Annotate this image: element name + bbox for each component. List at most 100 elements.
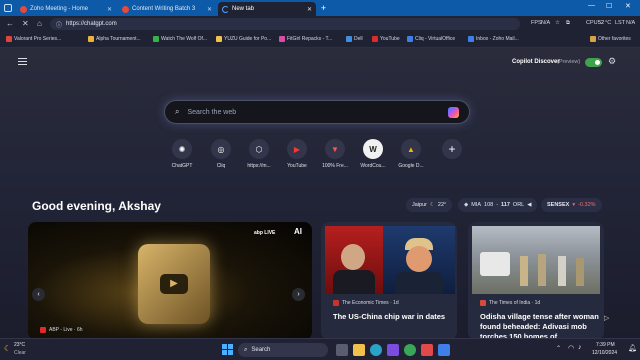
extensions-icon[interactable]: ⧉ bbox=[566, 20, 570, 27]
shortcut-wordcounter[interactable]: W WordCou... bbox=[353, 139, 393, 169]
person-figure bbox=[576, 258, 584, 286]
sports-score-chip[interactable]: ◆ MIA 108 - 117 ORL ◀ bbox=[458, 198, 538, 212]
app-icon[interactable] bbox=[387, 344, 399, 356]
weather-chip[interactable]: Jaipur ☾ 22° bbox=[406, 198, 453, 212]
bookmark-label: YUZU Guide for Po... bbox=[224, 36, 272, 42]
chatgpt-icon: ✺ bbox=[172, 139, 192, 159]
task-view-icon[interactable] bbox=[336, 344, 348, 356]
wifi-icon[interactable]: ◠ bbox=[568, 344, 574, 352]
news-card-economic-times[interactable]: The Economic Times · 1d The US-China chi… bbox=[321, 222, 457, 338]
taskbar: ☾ 23°C Clear ⌕ Search ⌃ ◠ ♪ 7:39 PM 12/1… bbox=[0, 338, 640, 360]
bookmark-label: Inbox - Zoho Mail... bbox=[476, 36, 519, 42]
news-card-times-of-india[interactable]: The Times of India · 1d Odisha village t… bbox=[468, 222, 604, 338]
bookmark-item[interactable]: Cliq - VirtualOffice bbox=[407, 36, 455, 42]
taskbar-date[interactable]: 12/10/2024 bbox=[592, 350, 617, 356]
app-icon[interactable] bbox=[421, 344, 433, 356]
news-card-abp[interactable]: ▶ abp LIVE AI ‹ › ABP - Live · 6h bbox=[28, 222, 312, 338]
bookmark-item[interactable]: Inbox - Zoho Mail... bbox=[468, 36, 519, 42]
bookmark-item[interactable]: FitGirl Repacks - T... bbox=[279, 36, 332, 42]
settings-gear-icon[interactable]: ⚙ bbox=[608, 56, 616, 67]
market-change: -0.32% bbox=[578, 202, 596, 208]
back-icon[interactable]: ← bbox=[6, 19, 14, 28]
tab-new-tab[interactable]: New tab ✕ bbox=[218, 2, 316, 16]
person-figure bbox=[538, 254, 546, 286]
tab-zoho-meeting[interactable]: Zoho Meeting - Home ✕ bbox=[16, 2, 116, 16]
app-icon[interactable] bbox=[438, 344, 450, 356]
favorites-star-icon[interactable]: ☆ bbox=[555, 20, 560, 26]
shortcut-100-free[interactable]: ▼ 100% Fre... bbox=[315, 139, 355, 169]
bookmark-icon bbox=[346, 36, 352, 42]
person-figure bbox=[558, 256, 566, 286]
bookmark-item[interactable]: Other favorites bbox=[590, 36, 631, 42]
shortcut-label: 100% Fre... bbox=[322, 163, 348, 169]
taskbar-time[interactable]: 7:39 PM bbox=[596, 342, 615, 348]
carousel-next-button[interactable]: › bbox=[292, 288, 305, 301]
tray-chevron-icon[interactable]: ⌃ bbox=[556, 345, 561, 352]
cpu-value: 52 bbox=[598, 20, 605, 26]
taskbar-search-box[interactable]: ⌕ Search bbox=[238, 343, 328, 357]
address-row: ← ✕ ⌂ ⓘ https://chatgpt.com FPS N/A ☆ ⧉ … bbox=[0, 16, 640, 32]
feed-next-button[interactable]: ▷ bbox=[604, 314, 609, 322]
edge-icon[interactable] bbox=[370, 344, 382, 356]
address-bar[interactable]: ⓘ https://chatgpt.com bbox=[50, 18, 520, 30]
notification-bell-icon[interactable]: 🔔︎ bbox=[628, 344, 637, 352]
add-shortcut-button[interactable]: + bbox=[432, 139, 472, 159]
close-tab-icon[interactable]: ✕ bbox=[207, 6, 212, 13]
refresh-icon[interactable]: ✕ bbox=[22, 19, 29, 28]
trump-photo bbox=[383, 226, 455, 294]
volume-icon[interactable]: ♪ bbox=[578, 344, 582, 351]
tab-content-writing[interactable]: Content Writing Batch 3 ✕ bbox=[118, 2, 216, 16]
shortcut-label: https://m... bbox=[247, 163, 271, 169]
bookmark-item[interactable]: Alpha Tournament... bbox=[88, 36, 141, 42]
person-head bbox=[341, 244, 365, 270]
shortcut-https[interactable]: ⬡ https://m... bbox=[239, 139, 279, 169]
copilot-preview-label: (Preview) bbox=[557, 59, 581, 65]
shortcut-youtube[interactable]: ▶ YouTube bbox=[277, 139, 317, 169]
market-chip[interactable]: SENSEX ▾ -0.32% bbox=[541, 198, 602, 212]
bookmark-item[interactable]: Valorant Pro Series... bbox=[6, 36, 61, 42]
bookmark-icon bbox=[216, 36, 222, 42]
tab-actions-icon[interactable] bbox=[4, 4, 12, 12]
chrome-icon[interactable] bbox=[404, 344, 416, 356]
copilot-discover-toggle[interactable] bbox=[585, 58, 602, 67]
bookmark-item[interactable]: YUZU Guide for Po... bbox=[216, 36, 271, 42]
shortcut-label: Cliq bbox=[216, 163, 226, 169]
bookmark-icon bbox=[407, 36, 413, 42]
search-box[interactable]: ⌕ Search the web bbox=[164, 100, 470, 124]
taskbar-weather-desc: Clear bbox=[14, 350, 26, 356]
shortcut-chatgpt[interactable]: ✺ ChatGPT bbox=[162, 139, 202, 169]
copilot-icon[interactable] bbox=[448, 106, 459, 118]
bookmark-item[interactable]: Dell bbox=[346, 36, 363, 42]
shortcut-cliq[interactable]: ◎ Cliq bbox=[201, 139, 241, 169]
taskbar-search-label: Search bbox=[251, 347, 271, 353]
maximize-icon[interactable]: ☐ bbox=[606, 2, 612, 10]
bookmark-label: Cliq - VirtualOffice bbox=[415, 36, 456, 42]
close-tab-icon[interactable]: ✕ bbox=[307, 6, 312, 13]
new-tab-page: Copilot Discover (Preview) ⚙ ⌕ Search th… bbox=[0, 48, 640, 338]
bookmark-item[interactable]: YouTube bbox=[372, 36, 400, 42]
close-window-icon[interactable]: ✕ bbox=[625, 2, 631, 10]
new-tab-button[interactable]: + bbox=[318, 3, 329, 14]
shortcut-label: YouTube bbox=[287, 163, 307, 169]
home-icon[interactable]: ⌂ bbox=[37, 19, 42, 28]
source-label: The Economic Times · 1d bbox=[342, 300, 399, 306]
shortcut-google-drive[interactable]: ▲ Google D... bbox=[391, 139, 431, 169]
page-info-icon[interactable]: ⓘ bbox=[56, 20, 62, 29]
market-index: SENSEX bbox=[547, 202, 570, 208]
folder-icon bbox=[590, 36, 596, 42]
close-tab-icon[interactable]: ✕ bbox=[107, 6, 112, 13]
arrow-left-icon: ◀ bbox=[527, 202, 532, 208]
bookmark-icon bbox=[372, 36, 378, 42]
taskbar-weather-temp[interactable]: 23°C bbox=[14, 342, 25, 348]
carousel-prev-button[interactable]: ‹ bbox=[32, 288, 45, 301]
minimize-icon[interactable]: — bbox=[588, 2, 595, 9]
bookmark-icon bbox=[153, 36, 159, 42]
bookmark-item[interactable]: Watch The Wolf Of... bbox=[153, 36, 207, 42]
bookmark-icon bbox=[279, 36, 285, 42]
windows-start-icon[interactable] bbox=[222, 344, 233, 355]
bookmark-label: Watch The Wolf Of... bbox=[161, 36, 208, 42]
zoho-tab-icon bbox=[122, 5, 129, 13]
bookmark-icon bbox=[88, 36, 94, 42]
menu-icon[interactable] bbox=[18, 58, 27, 65]
file-explorer-icon[interactable] bbox=[353, 344, 365, 356]
